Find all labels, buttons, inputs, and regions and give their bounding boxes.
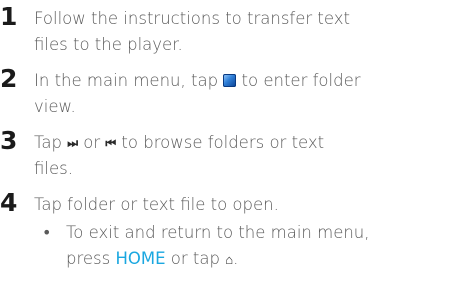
step-number: 2 bbox=[0, 64, 18, 93]
step-number: 3 bbox=[0, 126, 18, 155]
text-fragment: to enter folder bbox=[236, 71, 361, 90]
step-text: Tap ⏭ or ⏮ to browse folders or text fil… bbox=[34, 130, 454, 182]
step-text-line: In the main menu, tap to enter folder bbox=[34, 68, 454, 94]
step-number: 4 bbox=[0, 188, 18, 217]
text-fragment: . bbox=[233, 249, 239, 268]
substep-text-line: To exit and return to the main menu, bbox=[66, 223, 370, 242]
home-keyword: HOME bbox=[115, 249, 166, 268]
step-text-line: Tap folder or text file to open. bbox=[34, 195, 279, 214]
text-fragment: Tap bbox=[34, 133, 68, 152]
step-text: In the main menu, tap to enter folder vi… bbox=[34, 68, 454, 120]
instructions-document: 1 Follow the instructions to transfer te… bbox=[0, 0, 458, 296]
step-text-line: files to the player. bbox=[34, 35, 183, 54]
previous-track-icon: ⏮ bbox=[105, 136, 116, 150]
text-fragment: In the main menu, tap bbox=[34, 71, 224, 90]
substep-text: To exit and return to the main menu, pre… bbox=[66, 220, 456, 272]
step-text-line: files. bbox=[34, 159, 73, 178]
next-track-icon: ⏭ bbox=[67, 136, 78, 150]
text-fragment: press bbox=[66, 249, 116, 268]
step-text-line: Follow the instructions to transfer text bbox=[34, 9, 350, 28]
step-text: Follow the instructions to transfer text… bbox=[34, 6, 454, 58]
substep-text-line: press HOME or tap ⌂. bbox=[66, 246, 456, 272]
folder-view-icon bbox=[223, 74, 237, 87]
text-fragment: to browse folders or text bbox=[116, 133, 325, 152]
bullet-marker: • bbox=[42, 223, 52, 242]
step-text-line: view. bbox=[34, 97, 76, 116]
step-number: 1 bbox=[0, 2, 18, 31]
home-icon: ⌂ bbox=[225, 253, 234, 268]
text-fragment: or tap bbox=[165, 249, 226, 268]
step-text-line: Tap ⏭ or ⏮ to browse folders or text bbox=[34, 130, 454, 156]
step-text: Tap folder or text file to open. bbox=[34, 192, 454, 218]
text-fragment: or bbox=[78, 133, 106, 152]
